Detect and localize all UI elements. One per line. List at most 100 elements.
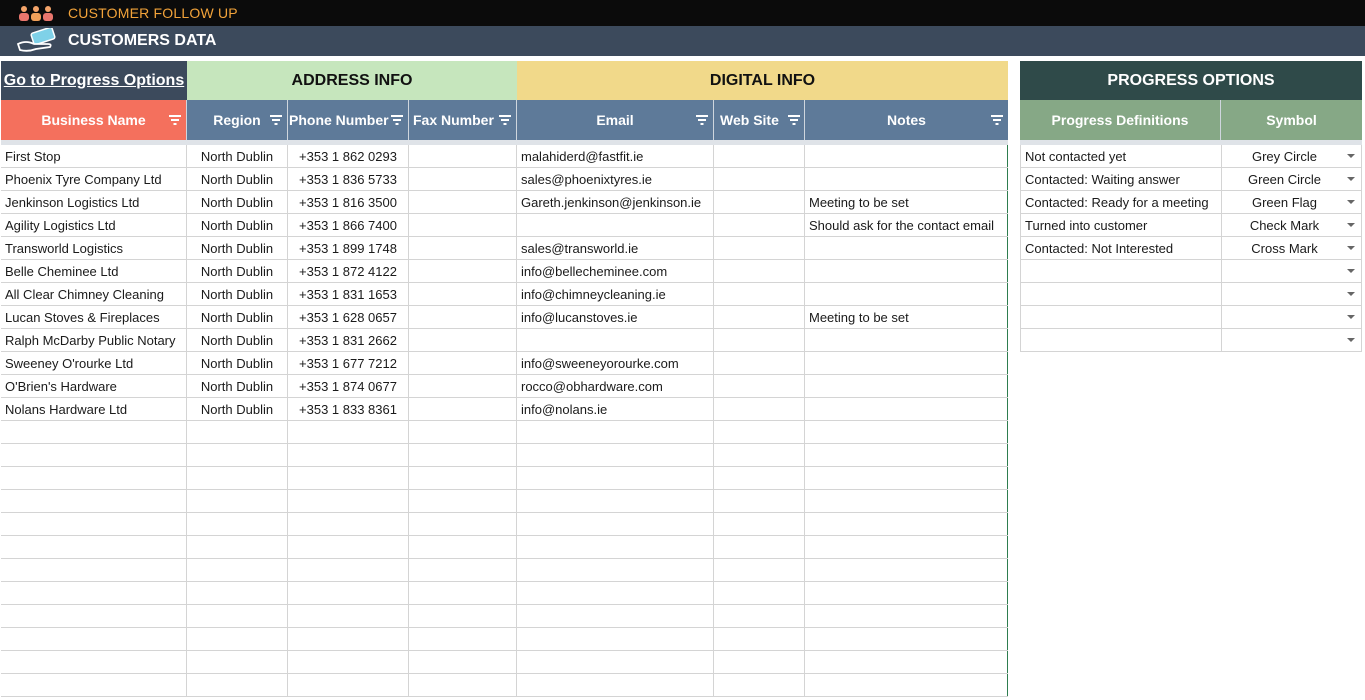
phone-number-cell[interactable]: +353 1 836 5733 [288,168,409,191]
business-name-cell[interactable]: First Stop [1,145,187,168]
email-cell[interactable] [517,605,714,628]
web-site-cell[interactable] [714,582,805,605]
table-row[interactable] [1,674,1008,697]
web-site-cell[interactable] [714,237,805,260]
phone-number-cell[interactable] [288,651,409,674]
filter-icon[interactable] [991,115,1003,125]
table-row[interactable]: O'Brien's Hardware North Dublin +353 1 874… [1,375,1008,398]
phone-number-cell[interactable]: +353 1 628 0657 [288,306,409,329]
progress-row[interactable]: Contacted: Waiting answer Green Circle [1020,168,1362,191]
email-cell[interactable] [517,214,714,237]
dropdown-arrow-icon[interactable] [1347,338,1355,342]
fax-number-cell[interactable] [409,352,517,375]
fax-number-cell[interactable] [409,605,517,628]
dropdown-arrow-icon[interactable] [1347,200,1355,204]
filter-icon[interactable] [169,115,181,125]
notes-cell[interactable]: Meeting to be set [805,306,1008,329]
web-site-cell[interactable] [714,398,805,421]
email-cell[interactable]: info@bellecheminee.com [517,260,714,283]
business-name-cell[interactable] [1,536,187,559]
progress-definition-cell[interactable] [1021,306,1222,329]
business-name-cell[interactable] [1,605,187,628]
phone-number-cell[interactable] [288,490,409,513]
business-name-cell[interactable]: Sweeney O'rourke Ltd [1,352,187,375]
progress-row[interactable]: Not contacted yet Grey Circle [1020,145,1362,168]
business-name-cell[interactable]: Lucan Stoves & Fireplaces [1,306,187,329]
region-cell[interactable]: North Dublin [187,306,288,329]
region-cell[interactable]: North Dublin [187,168,288,191]
web-site-cell[interactable] [714,605,805,628]
web-site-cell[interactable] [714,444,805,467]
notes-cell[interactable] [805,490,1008,513]
fax-number-cell[interactable] [409,513,517,536]
notes-cell[interactable] [805,444,1008,467]
business-name-cell[interactable] [1,490,187,513]
notes-cell[interactable] [805,628,1008,651]
progress-definition-cell[interactable]: Contacted: Ready for a meeting [1021,191,1222,214]
region-cell[interactable]: North Dublin [187,191,288,214]
web-site-cell[interactable] [714,260,805,283]
notes-cell[interactable] [805,513,1008,536]
phone-number-cell[interactable] [288,467,409,490]
business-name-cell[interactable] [1,513,187,536]
web-site-cell[interactable] [714,283,805,306]
email-cell[interactable] [517,651,714,674]
phone-number-cell[interactable] [288,444,409,467]
region-cell[interactable] [187,490,288,513]
region-cell[interactable]: North Dublin [187,398,288,421]
region-cell[interactable] [187,444,288,467]
fax-number-cell[interactable] [409,536,517,559]
dropdown-arrow-icon[interactable] [1347,154,1355,158]
notes-cell[interactable] [805,329,1008,352]
business-name-cell[interactable]: Jenkinson Logistics Ltd [1,191,187,214]
business-name-cell[interactable]: Belle Cheminee Ltd [1,260,187,283]
symbol-dropdown[interactable] [1222,260,1362,283]
email-cell[interactable]: Gareth.jenkinson@jenkinson.ie [517,191,714,214]
phone-number-cell[interactable]: +353 1 831 2662 [288,329,409,352]
web-site-cell[interactable] [714,306,805,329]
table-row[interactable]: Jenkinson Logistics Ltd North Dublin +353 … [1,191,1008,214]
fax-number-cell[interactable] [409,444,517,467]
region-cell[interactable]: North Dublin [187,375,288,398]
phone-number-cell[interactable]: +353 1 862 0293 [288,145,409,168]
dropdown-arrow-icon[interactable] [1347,246,1355,250]
fax-number-cell[interactable] [409,214,517,237]
table-row[interactable]: Transworld Logistics North Dublin +353 1 8… [1,237,1008,260]
dropdown-arrow-icon[interactable] [1347,177,1355,181]
email-cell[interactable]: info@nolans.ie [517,398,714,421]
symbol-dropdown[interactable]: Cross Mark [1222,237,1362,260]
web-site-cell[interactable] [714,214,805,237]
business-name-cell[interactable]: O'Brien's Hardware [1,375,187,398]
table-row[interactable] [1,651,1008,674]
phone-number-cell[interactable] [288,628,409,651]
email-cell[interactable]: rocco@obhardware.com [517,375,714,398]
region-cell[interactable] [187,651,288,674]
go-to-progress-options-link[interactable]: Go to Progress Options [1,61,187,100]
region-cell[interactable]: North Dublin [187,352,288,375]
table-row[interactable] [1,605,1008,628]
region-cell[interactable]: North Dublin [187,283,288,306]
business-name-cell[interactable] [1,628,187,651]
progress-definition-cell[interactable]: Contacted: Not Interested [1021,237,1222,260]
table-row[interactable] [1,536,1008,559]
notes-cell[interactable] [805,421,1008,444]
web-site-cell[interactable] [714,559,805,582]
web-site-cell[interactable] [714,674,805,697]
region-cell[interactable] [187,559,288,582]
web-site-cell[interactable] [714,513,805,536]
symbol-dropdown[interactable]: Green Flag [1222,191,1362,214]
region-cell[interactable]: North Dublin [187,214,288,237]
business-name-cell[interactable]: All Clear Chimney Cleaning [1,283,187,306]
phone-number-cell[interactable] [288,536,409,559]
web-site-cell[interactable] [714,375,805,398]
web-site-cell[interactable] [714,329,805,352]
business-name-cell[interactable] [1,559,187,582]
fax-number-cell[interactable] [409,191,517,214]
progress-definition-cell[interactable]: Turned into customer [1021,214,1222,237]
progress-row[interactable] [1020,260,1362,283]
email-cell[interactable] [517,536,714,559]
progress-row[interactable] [1020,329,1362,352]
symbol-dropdown[interactable] [1222,306,1362,329]
fax-number-cell[interactable] [409,628,517,651]
business-name-cell[interactable]: Transworld Logistics [1,237,187,260]
